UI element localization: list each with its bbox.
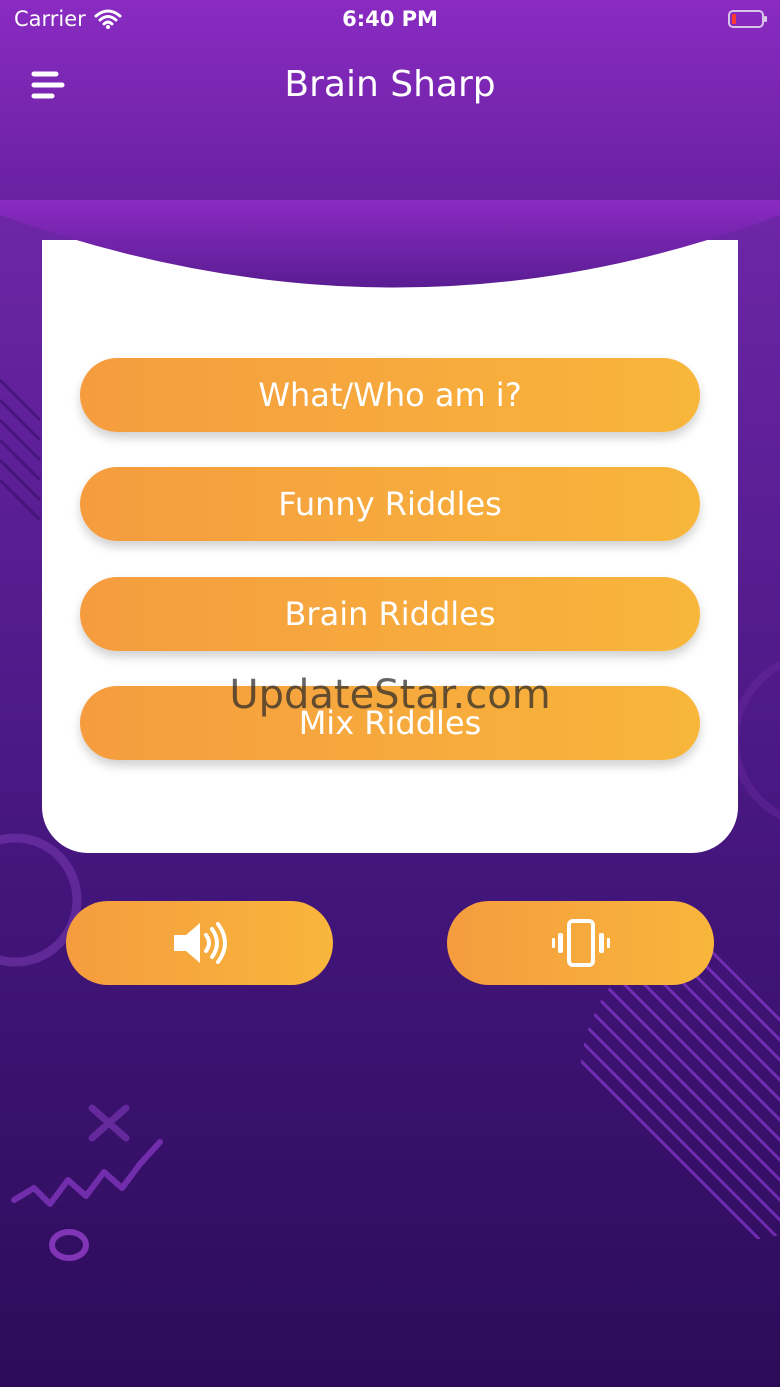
sound-toggle-button[interactable] bbox=[66, 901, 333, 985]
option-funny-riddles[interactable]: Funny Riddles bbox=[80, 467, 700, 541]
option-mix-riddles[interactable]: Mix Riddles bbox=[80, 686, 700, 760]
vibrate-icon bbox=[551, 919, 610, 967]
option-label: Funny Riddles bbox=[278, 485, 502, 523]
category-card bbox=[42, 240, 738, 853]
option-what-who-am-i[interactable]: What/Who am i? bbox=[80, 358, 700, 432]
option-brain-riddles[interactable]: Brain Riddles bbox=[80, 577, 700, 651]
header-curve-overlay bbox=[0, 200, 780, 288]
speaker-icon bbox=[173, 922, 227, 964]
option-label: What/Who am i? bbox=[258, 376, 522, 414]
option-label: Brain Riddles bbox=[284, 595, 496, 633]
vibrate-toggle-button[interactable] bbox=[447, 901, 714, 985]
option-label: Mix Riddles bbox=[298, 704, 482, 742]
